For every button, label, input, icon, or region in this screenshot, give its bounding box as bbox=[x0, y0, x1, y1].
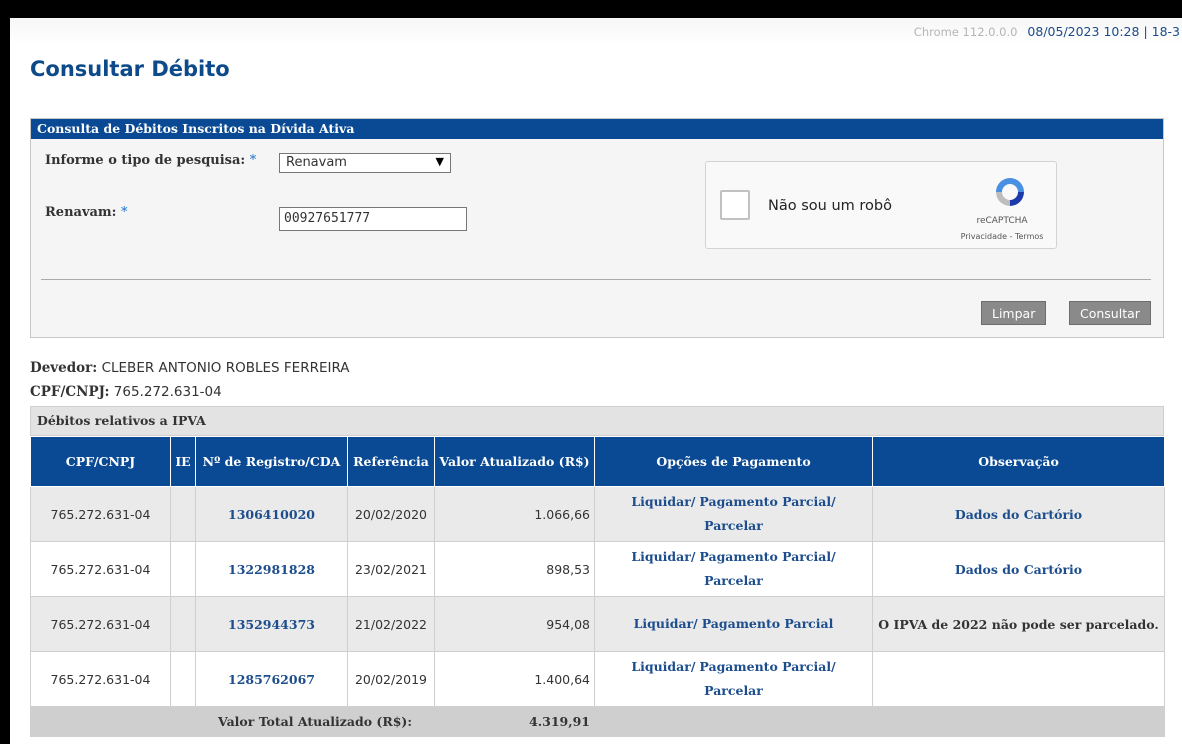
recaptcha-checkbox[interactable] bbox=[720, 190, 750, 220]
col-ie: IE bbox=[170, 436, 196, 487]
cell-cpf: 765.272.631-04 bbox=[30, 596, 171, 652]
renavam-input[interactable]: 00927651777 bbox=[279, 207, 467, 231]
table-header-row: CPF/CNPJ IE Nº de Registro/CDA Referênci… bbox=[30, 436, 1165, 487]
cell-cpf: 765.272.631-04 bbox=[30, 486, 171, 542]
col-valor: Valor Atualizado (R$) bbox=[434, 436, 595, 487]
recaptcha-widget: Não sou um robô reCAPTCHA Privacidade - … bbox=[705, 161, 1057, 249]
required-mark: * bbox=[121, 205, 128, 220]
parcelar-link[interactable]: Parcelar bbox=[704, 573, 763, 588]
cell-observacao bbox=[872, 651, 1165, 707]
cell-ie bbox=[170, 651, 196, 707]
dados-cartorio-link[interactable]: Dados do Cartório bbox=[955, 562, 1082, 577]
cell-referencia: 23/02/2021 bbox=[347, 541, 435, 597]
search-type-select[interactable]: Renavam ▼ bbox=[279, 153, 451, 173]
cell-valor: 1.066,66 bbox=[434, 486, 595, 542]
search-type-label-text: Informe o tipo de pesquisa: bbox=[45, 153, 246, 168]
table-row: 765.272.631-04 1352944373 21/02/2022 954… bbox=[30, 596, 1165, 652]
debtor-label: Devedor: bbox=[30, 360, 98, 376]
required-mark: * bbox=[249, 153, 257, 168]
total-value: 4.319,91 bbox=[434, 706, 595, 737]
clear-button[interactable]: Limpar bbox=[981, 301, 1047, 325]
cell-opcoes: Liquidar/ Pagamento Parcial/ Parcelar bbox=[594, 651, 873, 707]
col-obs: Observação bbox=[872, 436, 1165, 487]
recaptcha-links[interactable]: Privacidade - Termos bbox=[942, 232, 1062, 241]
chevron-down-icon: ▼ bbox=[435, 155, 444, 168]
debts-table: CPF/CNPJ IE Nº de Registro/CDA Referênci… bbox=[30, 436, 1165, 737]
parcelar-link[interactable]: Parcelar bbox=[704, 683, 763, 698]
cell-cpf: 765.272.631-04 bbox=[30, 541, 171, 597]
parcelar-link[interactable]: Parcelar bbox=[704, 518, 763, 533]
dados-cartorio-link[interactable]: Dados do Cartório bbox=[955, 507, 1082, 522]
cell-referencia: 21/02/2022 bbox=[347, 596, 435, 652]
registro-link[interactable]: 1285762067 bbox=[228, 672, 315, 687]
search-panel: Consulta de Débitos Inscritos na Dívida … bbox=[30, 118, 1164, 338]
cell-observacao: O IPVA de 2022 não pode ser parcelado. bbox=[872, 596, 1165, 652]
browser-info: Chrome 112.0.0.0 08/05/2023 10:28 | 18-3 bbox=[914, 24, 1180, 39]
liquidar-link[interactable]: Liquidar/ bbox=[634, 616, 698, 631]
total-spacer-right bbox=[594, 706, 1165, 737]
search-type-value: Renavam bbox=[286, 155, 347, 170]
pagamento-parcial-link[interactable]: Pagamento Parcial/ bbox=[699, 659, 835, 674]
registro-link[interactable]: 1322981828 bbox=[228, 562, 315, 577]
debtor-name: CLEBER ANTONIO ROBLES FERREIRA bbox=[101, 360, 350, 376]
cell-ie bbox=[170, 541, 196, 597]
col-cpf: CPF/CNPJ bbox=[30, 436, 171, 487]
pagamento-parcial-link[interactable]: Pagamento Parcial/ bbox=[699, 549, 835, 564]
liquidar-link[interactable]: Liquidar/ bbox=[631, 494, 695, 509]
pagamento-parcial-link[interactable]: Pagamento Parcial/ bbox=[699, 494, 835, 509]
cell-referencia: 20/02/2020 bbox=[347, 486, 435, 542]
search-type-label: Informe o tipo de pesquisa: * bbox=[45, 153, 256, 168]
debtor-doc: 765.272.631-04 bbox=[113, 384, 222, 400]
table-row: 765.272.631-04 1306410020 20/02/2020 1.0… bbox=[30, 486, 1165, 542]
cell-valor: 954,08 bbox=[434, 596, 595, 652]
debtor-doc-line: CPF/CNPJ: 765.272.631-04 bbox=[30, 384, 222, 400]
search-panel-title: Consulta de Débitos Inscritos na Dívida … bbox=[31, 119, 1163, 139]
debtor-doc-label: CPF/CNPJ: bbox=[30, 384, 110, 400]
browser-version: Chrome 112.0.0.0 bbox=[913, 25, 1018, 39]
cell-opcoes: Liquidar/ Pagamento Parcial/ Parcelar bbox=[594, 541, 873, 597]
registro-link[interactable]: 1306410020 bbox=[228, 507, 315, 522]
renavam-label-text: Renavam: bbox=[45, 205, 117, 220]
cell-cpf: 765.272.631-04 bbox=[30, 651, 171, 707]
col-referencia: Referência bbox=[347, 436, 435, 487]
submit-button[interactable]: Consultar bbox=[1069, 301, 1151, 325]
pagamento-parcial-link[interactable]: Pagamento Parcial bbox=[702, 616, 834, 631]
cell-opcoes: Liquidar/ Pagamento Parcial bbox=[594, 596, 873, 652]
col-registro: Nº de Registro/CDA bbox=[195, 436, 348, 487]
renavam-label: Renavam: * bbox=[45, 205, 128, 220]
panel-divider bbox=[41, 279, 1151, 280]
recaptcha-logo-icon bbox=[996, 178, 1024, 206]
registro-link[interactable]: 1352944373 bbox=[228, 617, 315, 632]
liquidar-link[interactable]: Liquidar/ bbox=[631, 549, 695, 564]
cell-ie bbox=[170, 596, 196, 652]
liquidar-link[interactable]: Liquidar/ bbox=[631, 659, 695, 674]
debtor-line: Devedor: CLEBER ANTONIO ROBLES FERREIRA bbox=[30, 360, 350, 376]
session-datetime: 08/05/2023 10:28 | 18-3 bbox=[1027, 24, 1180, 39]
recaptcha-label: Não sou um robô bbox=[768, 198, 892, 214]
table-row: 765.272.631-04 1322981828 23/02/2021 898… bbox=[30, 541, 1165, 597]
recaptcha-brand: reCAPTCHA bbox=[976, 216, 1028, 226]
cell-opcoes: Liquidar/ Pagamento Parcial/ Parcelar bbox=[594, 486, 873, 542]
cell-referencia: 20/02/2019 bbox=[347, 651, 435, 707]
cell-ie bbox=[170, 486, 196, 542]
page-title: Consultar Débito bbox=[30, 57, 230, 81]
total-label: Valor Total Atualizado (R$): bbox=[195, 706, 435, 737]
page: Chrome 112.0.0.0 08/05/2023 10:28 | 18-3… bbox=[10, 18, 1182, 744]
total-row: Valor Total Atualizado (R$): 4.319,91 bbox=[30, 706, 1165, 737]
ipva-section-title: Débitos relativos a IPVA bbox=[30, 406, 1164, 436]
total-spacer bbox=[30, 706, 196, 737]
col-opcoes: Opções de Pagamento bbox=[594, 436, 873, 487]
table-row: 765.272.631-04 1285762067 20/02/2019 1.4… bbox=[30, 651, 1165, 707]
cell-valor: 1.400,64 bbox=[434, 651, 595, 707]
cell-valor: 898,53 bbox=[434, 541, 595, 597]
